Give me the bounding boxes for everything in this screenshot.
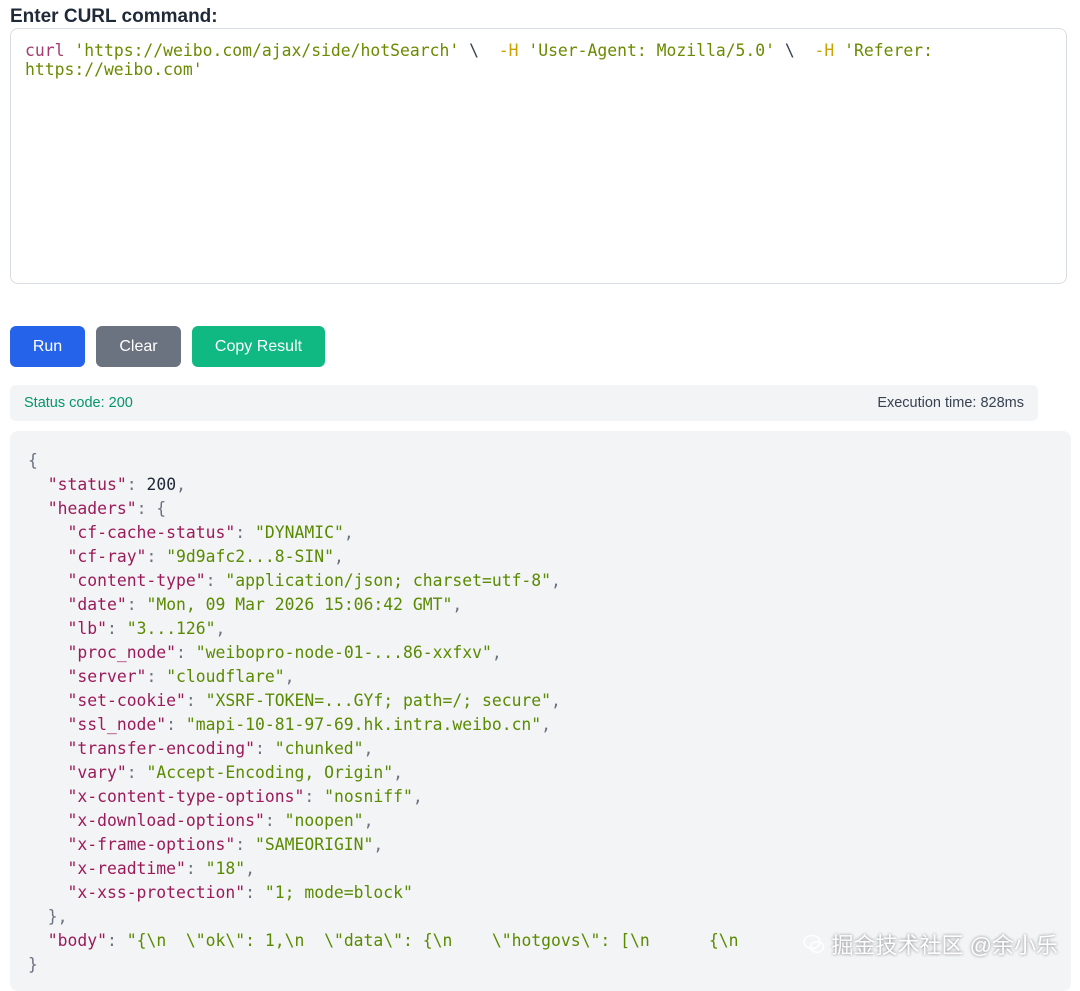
curl-cmd-token: curl (25, 41, 65, 60)
json-value: "SAMEORIGIN" (255, 835, 374, 854)
watermark-text: 掘金技术社区 @余小乐 (831, 933, 1058, 958)
json-key: "cf-ray" (67, 547, 147, 566)
header-entry: "x-download-options": "noopen", (67, 811, 374, 830)
header-entry: "cf-cache-status": "DYNAMIC", (67, 523, 354, 542)
json-value: "3...126" (126, 619, 216, 638)
curl-separator: \ (459, 41, 499, 60)
json-value: "Accept-Encoding, Origin" (146, 763, 394, 782)
header-entry: "x-content-type-options": "nosniff", (67, 787, 423, 806)
json-key: "x-xss-protection" (67, 883, 246, 902)
json-value: "nosniff" (324, 787, 413, 806)
json-value: "1; mode=block" (264, 883, 413, 902)
curl-url-token: 'https://weibo.com/ajax/side/hotSearch' (74, 41, 460, 60)
json-value: "mapi-10-81-97-69.hk.intra.weibo.cn" (185, 715, 542, 734)
json-key: "transfer-encoding" (67, 739, 255, 758)
header-entry: "content-type": "application/json; chars… (67, 571, 561, 590)
curl-input-label: Enter CURL command: (10, 6, 218, 27)
json-key: "content-type" (67, 571, 206, 590)
headers-list: "cf-cache-status": "DYNAMIC", "cf-ray": … (28, 523, 561, 902)
header-entry: "x-readtime": "18", (67, 859, 256, 878)
json-key: "set-cookie" (67, 691, 186, 710)
status-bar: Status code: 200 Execution time: 828ms (10, 385, 1038, 421)
json-key: "lb" (67, 619, 107, 638)
json-key: "proc_node" (67, 643, 177, 662)
header-entry: "date": "Mon, 09 Mar 2026 15:06:42 GMT", (67, 595, 463, 614)
execution-time: Execution time: 828ms (877, 395, 1024, 411)
json-value: "9d9afc2...8-SIN" (166, 547, 334, 566)
copy-result-button[interactable]: Copy Result (192, 326, 325, 367)
json-value: "XSRF-TOKEN=...GYf; path=/; secure" (205, 691, 552, 710)
header-entry: "server": "cloudflare", (67, 667, 295, 686)
json-key: "ssl_node" (67, 715, 167, 734)
json-key: "x-download-options" (67, 811, 265, 830)
json-key: "vary" (67, 763, 127, 782)
header-entry: "vary": "Accept-Encoding, Origin", (67, 763, 404, 782)
json-value: "chunked" (274, 739, 364, 758)
run-button[interactable]: Run (10, 326, 85, 367)
json-value: "{\n \"ok\": 1,\n \"data\": {\n \"hotgov… (126, 931, 739, 950)
result-output[interactable]: { "status": 200, "headers": { "cf-cache-… (10, 431, 1071, 991)
header-entry: "x-xss-protection": "1; mode=block" (67, 883, 413, 902)
curl-header-token: 'User-Agent: Mozilla/5.0' (528, 41, 776, 60)
curl-flag-token: -H (814, 41, 835, 60)
clear-button[interactable]: Clear (96, 326, 181, 367)
json-key: "status" (47, 475, 127, 494)
json-value: "Mon, 09 Mar 2026 15:06:42 GMT" (146, 595, 453, 614)
header-entry: "x-frame-options": "SAMEORIGIN", (67, 835, 384, 854)
header-entry: "proc_node": "weibopro-node-01-...86-xxf… (67, 643, 502, 662)
json-key: "server" (67, 667, 147, 686)
json-value: "noopen" (284, 811, 364, 830)
json-value: "cloudflare" (166, 667, 285, 686)
json-key: "body" (47, 931, 107, 950)
curl-flag-token: -H (498, 41, 519, 60)
json-key: "x-readtime" (67, 859, 186, 878)
status-code: Status code: 200 (24, 395, 133, 411)
curl-separator: \ (775, 41, 815, 60)
watermark: 掘金技术社区 @余小乐 (802, 928, 1058, 960)
header-entry: "lb": "3...126", (67, 619, 226, 638)
json-key: "date" (67, 595, 127, 614)
header-entry: "cf-ray": "9d9afc2...8-SIN", (67, 547, 344, 566)
json-key: "x-content-type-options" (67, 787, 305, 806)
json-key: "headers" (47, 499, 137, 518)
wechat-icon (802, 934, 824, 953)
json-value: 200 (146, 475, 177, 494)
header-entry: "transfer-encoding": "chunked", (67, 739, 374, 758)
json-key: "x-frame-options" (67, 835, 236, 854)
json-value: "application/json; charset=utf-8" (225, 571, 552, 590)
json-value: "weibopro-node-01-...86-xxfxv" (195, 643, 492, 662)
header-entry: "ssl_node": "mapi-10-81-97-69.hk.intra.w… (67, 715, 552, 734)
json-value: "DYNAMIC" (255, 523, 344, 542)
json-key: "cf-cache-status" (67, 523, 236, 542)
header-entry: "set-cookie": "XSRF-TOKEN=...GYf; path=/… (67, 691, 561, 710)
json-value: "18" (205, 859, 246, 878)
curl-command-input[interactable]: curl 'https://weibo.com/ajax/side/hotSea… (10, 28, 1067, 284)
